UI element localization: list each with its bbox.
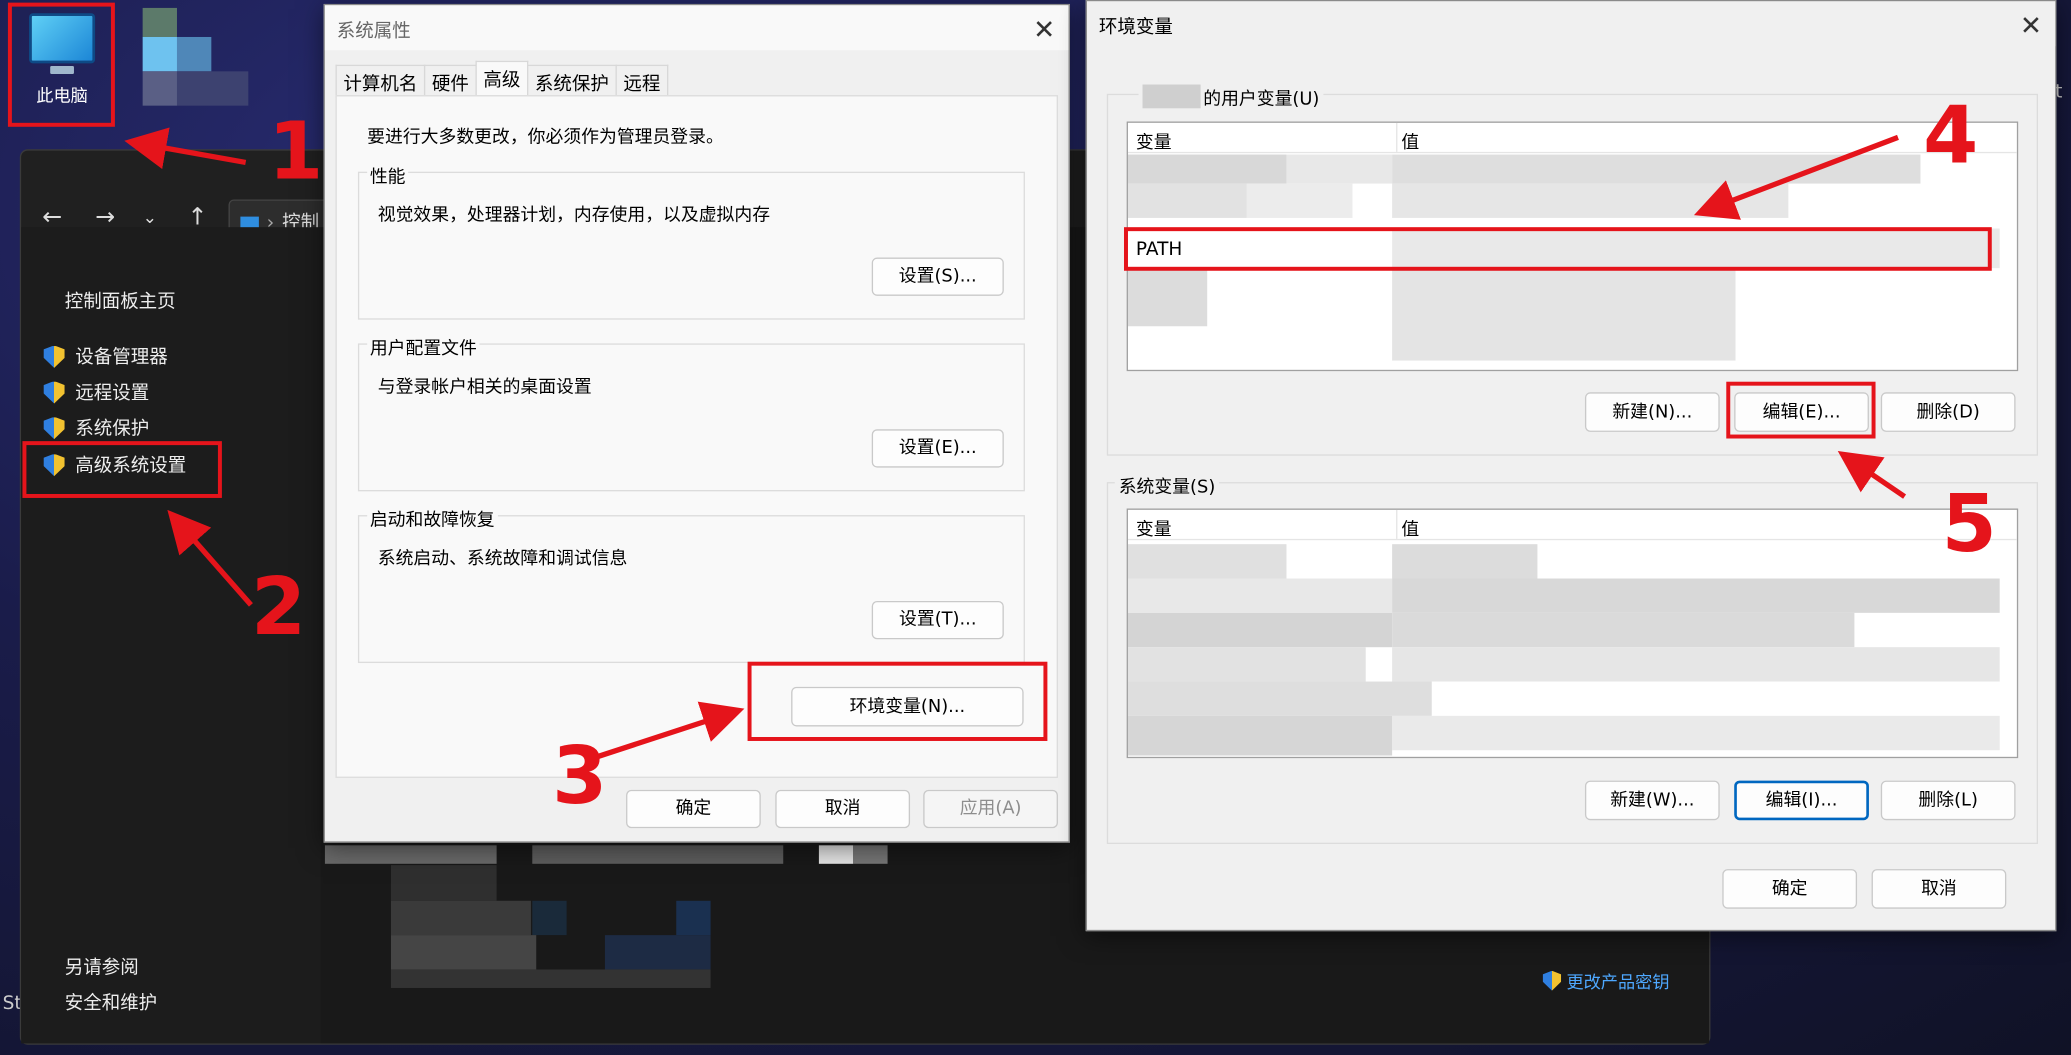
sidebar-item-label: 系统保护 (75, 418, 150, 440)
annotation-box-1 (7, 2, 115, 127)
performance-label: 性能 (367, 161, 409, 188)
sidebar-item-security[interactable]: 安全和维护 (65, 989, 157, 1015)
change-product-key-link[interactable]: 更改产品密钥 (1543, 968, 1670, 994)
screen: 此电脑 St t ← → ⌄ ↑ › 控制 控制面板主页 设备管理器 远程设置 系… (0, 0, 2071, 1055)
system-variables-label: 系统变量(S) (1114, 471, 1220, 498)
user-profiles-desc: 与登录帐户相关的桌面设置 (377, 376, 592, 398)
sidebar-home-label: 控制面板主页 (64, 291, 176, 314)
annotation-number-1: 1 (268, 105, 324, 199)
env-dialog-title: 环境变量 (1098, 17, 1173, 39)
tab-bar: 计算机名 硬件 高级 系统保护 远程 (335, 60, 669, 98)
shield-icon (44, 381, 65, 403)
user-variables-heading: 的用户变量(U) (1138, 83, 1324, 110)
env-titlebar: 环境变量 ✕ (1087, 1, 2056, 47)
system-list-header: 变量 值 (1127, 509, 2017, 541)
tab-remote[interactable]: 远程 (615, 64, 669, 98)
product-key-label: 更改产品密钥 (1566, 973, 1670, 994)
column-header-value[interactable]: 值 (1401, 127, 1419, 153)
env-cancel-button[interactable]: 取消 (1871, 869, 2007, 909)
tab-computer-name[interactable]: 计算机名 (335, 64, 426, 98)
annotation-number-2: 2 (250, 561, 307, 654)
startup-recovery-desc: 系统启动、系统故障和调试信息 (377, 548, 628, 570)
system-variables-list[interactable]: 变量 值 (1126, 508, 2019, 759)
system-new-button[interactable]: 新建(W)... (1584, 780, 1720, 821)
startup-recovery-label: 启动和故障恢复 (367, 504, 498, 531)
annotation-number-3: 3 (552, 730, 608, 823)
recent-chevron-down-icon[interactable]: ⌄ (143, 209, 157, 229)
startup-recovery-group: 启动和故障恢复 系统启动、系统故障和调试信息 设置(T)... (357, 504, 1025, 664)
user-profiles-label: 用户配置文件 (367, 332, 480, 360)
shield-icon (44, 345, 65, 367)
user-profiles-group: 用户配置文件 与登录帐户相关的桌面设置 设置(E)... (357, 332, 1025, 492)
environment-variables-dialog: 环境变量 ✕ 的用户变量(U) 变量 值 PATH 新建(N)... 编辑(E)… (1085, 0, 2057, 932)
tab-advanced[interactable]: 高级 (475, 60, 529, 98)
see-also-label: 另请参阅 (64, 957, 139, 979)
sidebar-item-label: 设备管理器 (75, 347, 168, 369)
column-header-variable[interactable]: 变量 (1136, 514, 1172, 540)
user-variables-group: 的用户变量(U) 变量 值 PATH 新建(N)... 编辑(E)... 删除(… (1106, 83, 2038, 456)
annotation-box-2 (22, 441, 222, 498)
column-divider (1396, 509, 1398, 539)
user-new-button[interactable]: 新建(N)... (1584, 392, 1720, 432)
system-variables-group: 系统变量(S) 变量 值 新建(W)... 编辑(I)... 删除(L) (1106, 471, 2038, 844)
close-icon[interactable]: ✕ (2020, 9, 2042, 41)
shield-icon (1543, 971, 1561, 991)
sidebar-item-home[interactable]: 控制面板主页 (65, 288, 176, 314)
shield-icon (44, 417, 65, 439)
close-icon[interactable]: ✕ (1033, 13, 1055, 45)
user-variables-label: 的用户变量(U) (1203, 88, 1320, 110)
tab-hardware[interactable]: 硬件 (423, 64, 477, 98)
system-delete-button[interactable]: 删除(L) (1880, 780, 2016, 821)
dialog-title: 系统属性 (336, 21, 411, 43)
annotation-box-3 (747, 661, 1048, 741)
annotation-box-4 (1124, 227, 1992, 271)
column-divider (1396, 122, 1398, 152)
stray-desktop-text: St (2, 993, 22, 1015)
startup-recovery-settings-button[interactable]: 设置(T)... (871, 600, 1004, 640)
blurred-username (1142, 84, 1201, 109)
column-header-value[interactable]: 值 (1401, 514, 1419, 540)
performance-settings-button[interactable]: 设置(S)... (871, 257, 1004, 296)
performance-group: 性能 视觉效果，处理器计划，内存使用，以及虚拟内存 设置(S)... (357, 161, 1025, 320)
system-edit-button[interactable]: 编辑(I)... (1734, 780, 1869, 821)
user-profiles-settings-button[interactable]: 设置(E)... (871, 429, 1004, 468)
sidebar-item-remote-settings[interactable]: 远程设置 (44, 379, 150, 405)
security-label: 安全和维护 (64, 993, 158, 1015)
system-properties-titlebar: 系统属性 ✕ (324, 5, 1069, 51)
annotation-box-5 (1726, 381, 1876, 439)
sidebar-item-device-manager[interactable]: 设备管理器 (44, 343, 168, 369)
see-also-heading: 另请参阅 (65, 954, 139, 980)
admin-note: 要进行大多数更改，你必须作为管理员登录。 (367, 126, 724, 148)
column-header-variable[interactable]: 变量 (1136, 127, 1172, 153)
annotation-number-4: 4 (1923, 89, 1979, 183)
apply-button[interactable]: 应用(A) (923, 789, 1058, 829)
user-delete-button[interactable]: 删除(D) (1880, 392, 2016, 432)
sidebar-item-system-protection[interactable]: 系统保护 (44, 415, 150, 441)
user-list-header: 变量 值 (1127, 122, 2017, 154)
performance-desc: 视觉效果，处理器计划，内存使用，以及虚拟内存 (377, 204, 771, 226)
ok-button[interactable]: 确定 (626, 789, 761, 829)
cancel-button[interactable]: 取消 (775, 789, 911, 829)
env-ok-button[interactable]: 确定 (1722, 869, 1858, 909)
tab-system-protection[interactable]: 系统保护 (526, 64, 617, 98)
sidebar-item-label: 远程设置 (75, 383, 150, 405)
annotation-number-5: 5 (1941, 478, 1997, 571)
